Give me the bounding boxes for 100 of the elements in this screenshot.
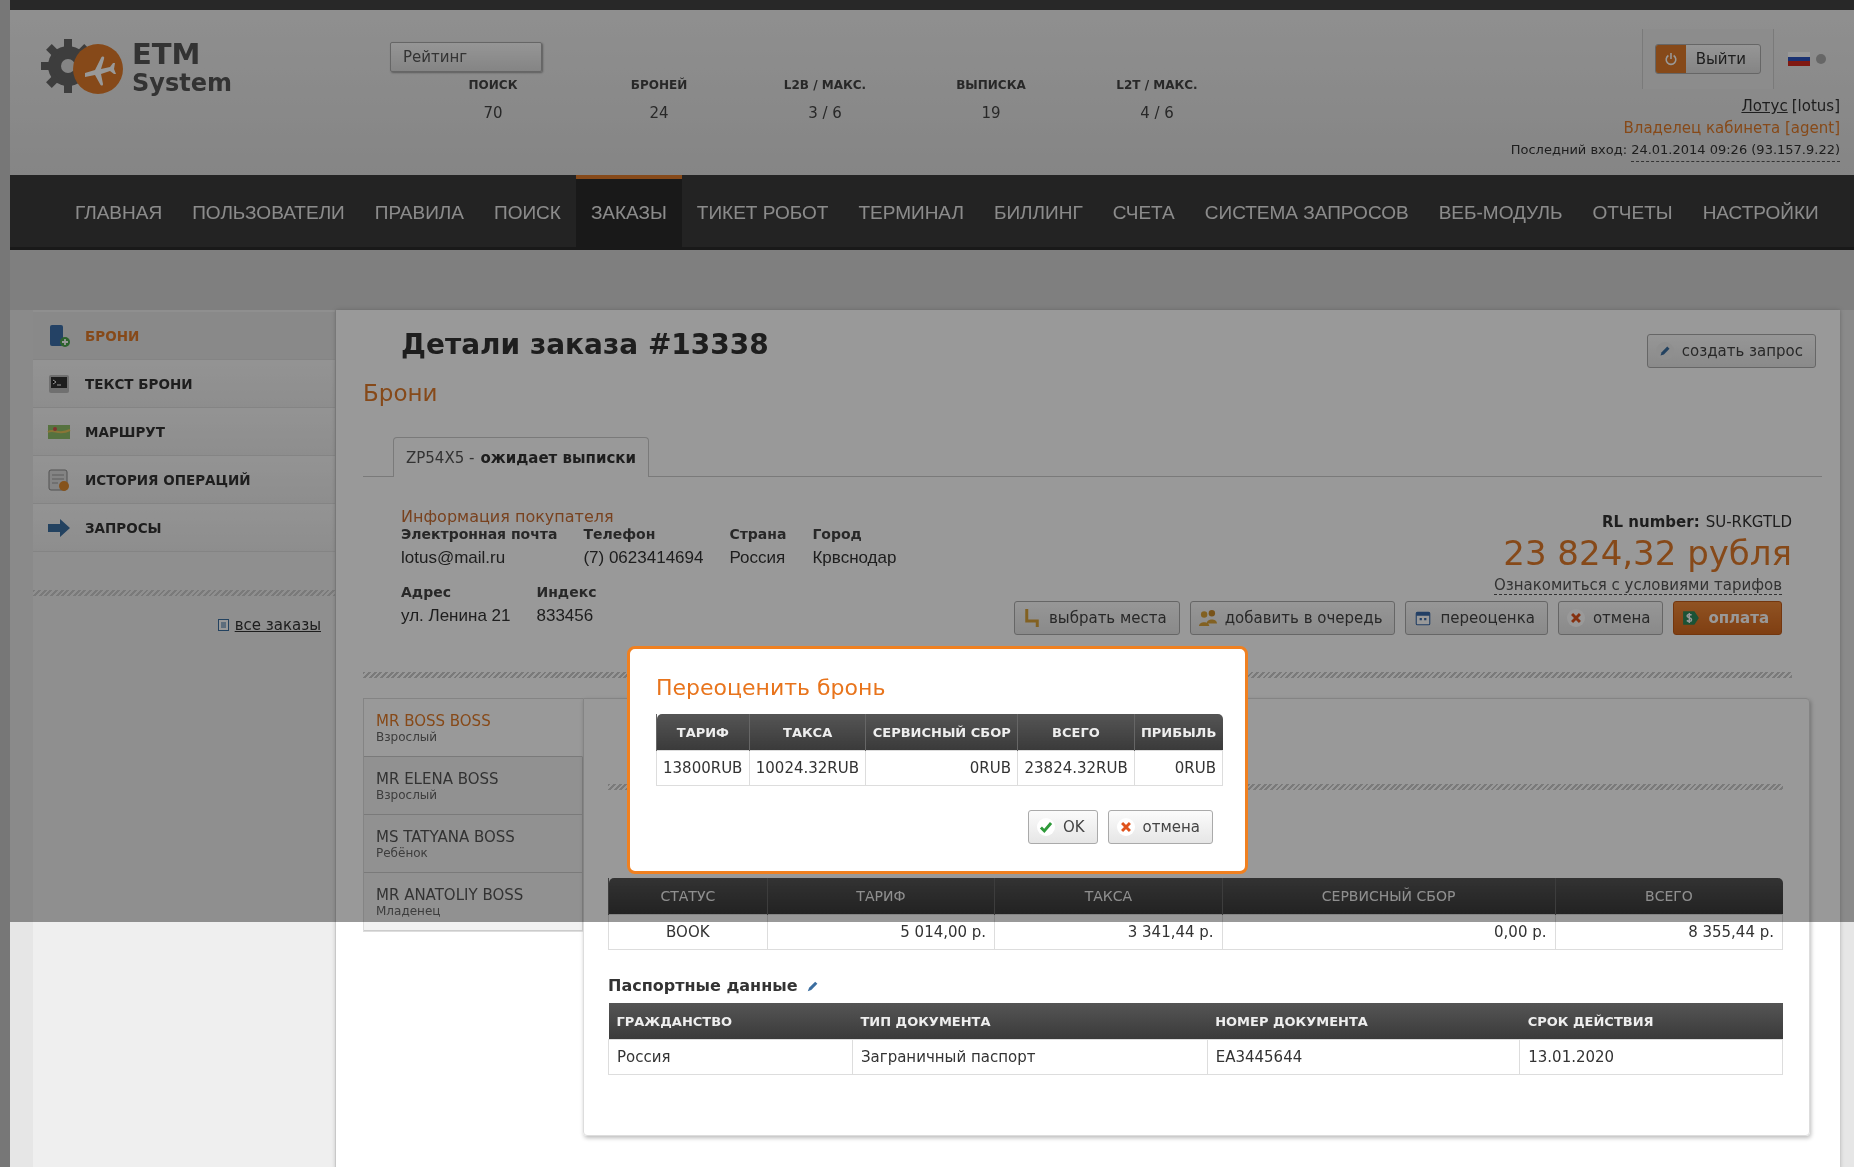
column-header: ТАРИФ xyxy=(656,714,750,751)
column-header: СЕРВИСНЫЙ СБОР xyxy=(1222,878,1556,915)
stat-label: L2B / МАКС. xyxy=(783,78,867,92)
field-value: (7) 0623414694 xyxy=(583,548,704,568)
nav-item[interactable]: ТИКЕТ РОБОТ xyxy=(681,175,844,247)
passenger-item[interactable]: MR ANATOLIY BOSS Младенец xyxy=(364,873,583,931)
stat-label: ПОИСК xyxy=(468,78,518,92)
action-button[interactable]: переоценка xyxy=(1405,601,1548,636)
action-button[interactable]: оплата xyxy=(1673,601,1782,636)
people-icon xyxy=(1198,609,1217,628)
field-value: Россия xyxy=(729,548,787,568)
table-cell: 8 355,44 р. xyxy=(1555,914,1783,950)
rl-number-label: RL number: xyxy=(1602,513,1700,531)
field-label: Город xyxy=(812,526,863,542)
last-login-value: 24.01.2014 09:26 (93.157.9.22) xyxy=(1631,139,1840,162)
calendar-clock-icon xyxy=(47,467,71,492)
nav-item[interactable]: НАСТРОЙКИ xyxy=(1687,175,1834,247)
field-value: 833456 xyxy=(536,606,595,626)
passenger-item[interactable]: MR ELENA BOSS Взрослый xyxy=(364,757,583,815)
column-header: ПРИБЫЛЬ xyxy=(1134,714,1223,751)
nav-item[interactable]: ТЕРМИНАЛ xyxy=(843,175,979,247)
nav-item[interactable]: ОТЧЕТЫ xyxy=(1577,175,1688,247)
column-header: ВСЕГО xyxy=(1555,878,1783,915)
stat-value: 3 / 6 xyxy=(808,104,842,122)
stat-value: 4 / 6 xyxy=(1140,104,1174,122)
stat-label: L2T / МАКС. xyxy=(1116,78,1198,92)
dialog-button[interactable]: отмена xyxy=(1107,810,1213,844)
passenger-name: MR ELENA BOSS xyxy=(376,769,500,788)
table-cell: 0,00 р. xyxy=(1222,914,1556,950)
create-request-button[interactable]: создать запрос xyxy=(1646,334,1816,368)
stat-value: 70 xyxy=(483,104,503,122)
table-cell: BOOK xyxy=(608,914,768,950)
nav-item[interactable]: СИСТЕМА ЗАПРОСОВ xyxy=(1189,175,1424,247)
table-cell: 0RUB xyxy=(1134,750,1223,786)
rating-button[interactable]: Рейтинг xyxy=(390,42,542,72)
field-label: Электронная почта xyxy=(401,526,558,542)
user-role: Владелец кабинета [agent] xyxy=(1623,118,1840,139)
column-header: ВСЕГО xyxy=(1017,714,1135,751)
logo-subtitle: System xyxy=(132,71,232,95)
column-header: ТИП ДОКУМЕНТА xyxy=(852,1003,1208,1040)
action-button[interactable]: добавить в очередь xyxy=(1189,601,1396,636)
logo-title: ETM xyxy=(132,40,202,69)
nav-item[interactable]: ПРАВИЛА xyxy=(359,175,479,247)
sidebar-item[interactable]: ИСТОРИЯ ОПЕРАЦИЙ xyxy=(33,456,335,504)
passenger-type: Младенец xyxy=(376,903,442,918)
passenger-type: Взрослый xyxy=(376,787,439,802)
passport-title: Паспортные данные xyxy=(608,976,798,995)
nav-item[interactable]: БИЛЛИНГ xyxy=(978,175,1098,247)
passenger-type: Ребёнок xyxy=(376,845,429,860)
column-header: ТАРИФ xyxy=(767,878,995,915)
check-icon xyxy=(1036,818,1055,836)
nav-item[interactable]: ПОЛЬЗОВАТЕЛИ xyxy=(177,175,360,247)
nav-item[interactable]: ГЛАВНАЯ xyxy=(60,175,178,247)
table-cell: 13800RUB xyxy=(656,750,750,786)
phone-add-icon xyxy=(47,323,71,348)
field-label: Страна xyxy=(729,526,787,542)
field-value: Крвснодар xyxy=(812,548,897,568)
stat-value: 19 xyxy=(981,104,1001,122)
section-title: Брони xyxy=(363,380,439,406)
table-cell: Заграничный паспорт xyxy=(852,1039,1208,1075)
booking-tab[interactable]: ZP54X5 - ожидает выписки xyxy=(393,437,649,477)
table-cell: 23824.32RUB xyxy=(1017,750,1135,786)
passenger-type: Взрослый xyxy=(376,729,439,744)
column-header: СРОК ДЕЙСТВИЯ xyxy=(1519,1003,1783,1040)
field-label: Телефон xyxy=(583,526,657,542)
total-price: 23 824,32 рубля xyxy=(1503,535,1792,573)
action-button[interactable]: отмена xyxy=(1557,601,1664,636)
passenger-name: MR BOSS BOSS xyxy=(376,711,492,730)
table-cell: 3 341,44 р. xyxy=(994,914,1223,950)
action-button[interactable]: выбрать места xyxy=(1014,601,1180,636)
column-header: ГРАЖДАНСТВО xyxy=(608,1003,853,1040)
tariff-conditions-link[interactable]: Ознакомиться с условиями тарифов xyxy=(1493,576,1782,596)
table-cell: 10024.32RUB xyxy=(749,750,866,786)
dollar-icon xyxy=(1682,609,1701,628)
table-cell: 5 014,00 р. xyxy=(767,914,995,950)
dialog-title: Переоценить бронь xyxy=(656,675,887,700)
field-label: Адрес xyxy=(401,584,452,600)
nav-item[interactable]: СЧЕТА xyxy=(1097,175,1190,247)
dialog-button[interactable]: OK xyxy=(1027,810,1098,844)
user-login: [lotus] xyxy=(1791,96,1840,117)
table-cell: 0RUB xyxy=(865,750,1018,786)
field-value: ул. Ленина 21 xyxy=(401,606,511,626)
stat-label: БРОНЕЙ xyxy=(630,78,688,92)
field-label: Индекс xyxy=(536,584,597,600)
nav-item[interactable]: ВЕБ-МОДУЛЬ xyxy=(1423,175,1578,247)
nav-item[interactable]: ПОИСК xyxy=(479,175,576,247)
passenger-item[interactable]: MS TATYANA BOSS Ребёнок xyxy=(364,815,583,873)
page-title: Детали заказа #13338 xyxy=(401,328,769,361)
passenger-name: MR ANATOLIY BOSS xyxy=(376,885,525,904)
nav-item[interactable]: ЗАКАЗЫ xyxy=(575,175,682,247)
sidebar-item[interactable]: МАРШРУТ xyxy=(33,408,335,456)
sidebar-item[interactable]: ЗАПРОСЫ xyxy=(33,504,335,552)
stat-label: ВЫПИСКА xyxy=(956,78,1026,92)
flag-icon[interactable] xyxy=(1788,51,1810,66)
all-orders-link[interactable]: все заказы xyxy=(234,616,321,634)
logout-button[interactable]: Выйти xyxy=(1654,43,1761,74)
passenger-name: MS TATYANA BOSS xyxy=(376,827,516,846)
user-name-link[interactable]: Лотус xyxy=(1741,95,1788,117)
sidebar-item[interactable]: ТЕКСТ БРОНИ xyxy=(33,360,335,408)
column-header: ТАКСА xyxy=(749,714,866,751)
